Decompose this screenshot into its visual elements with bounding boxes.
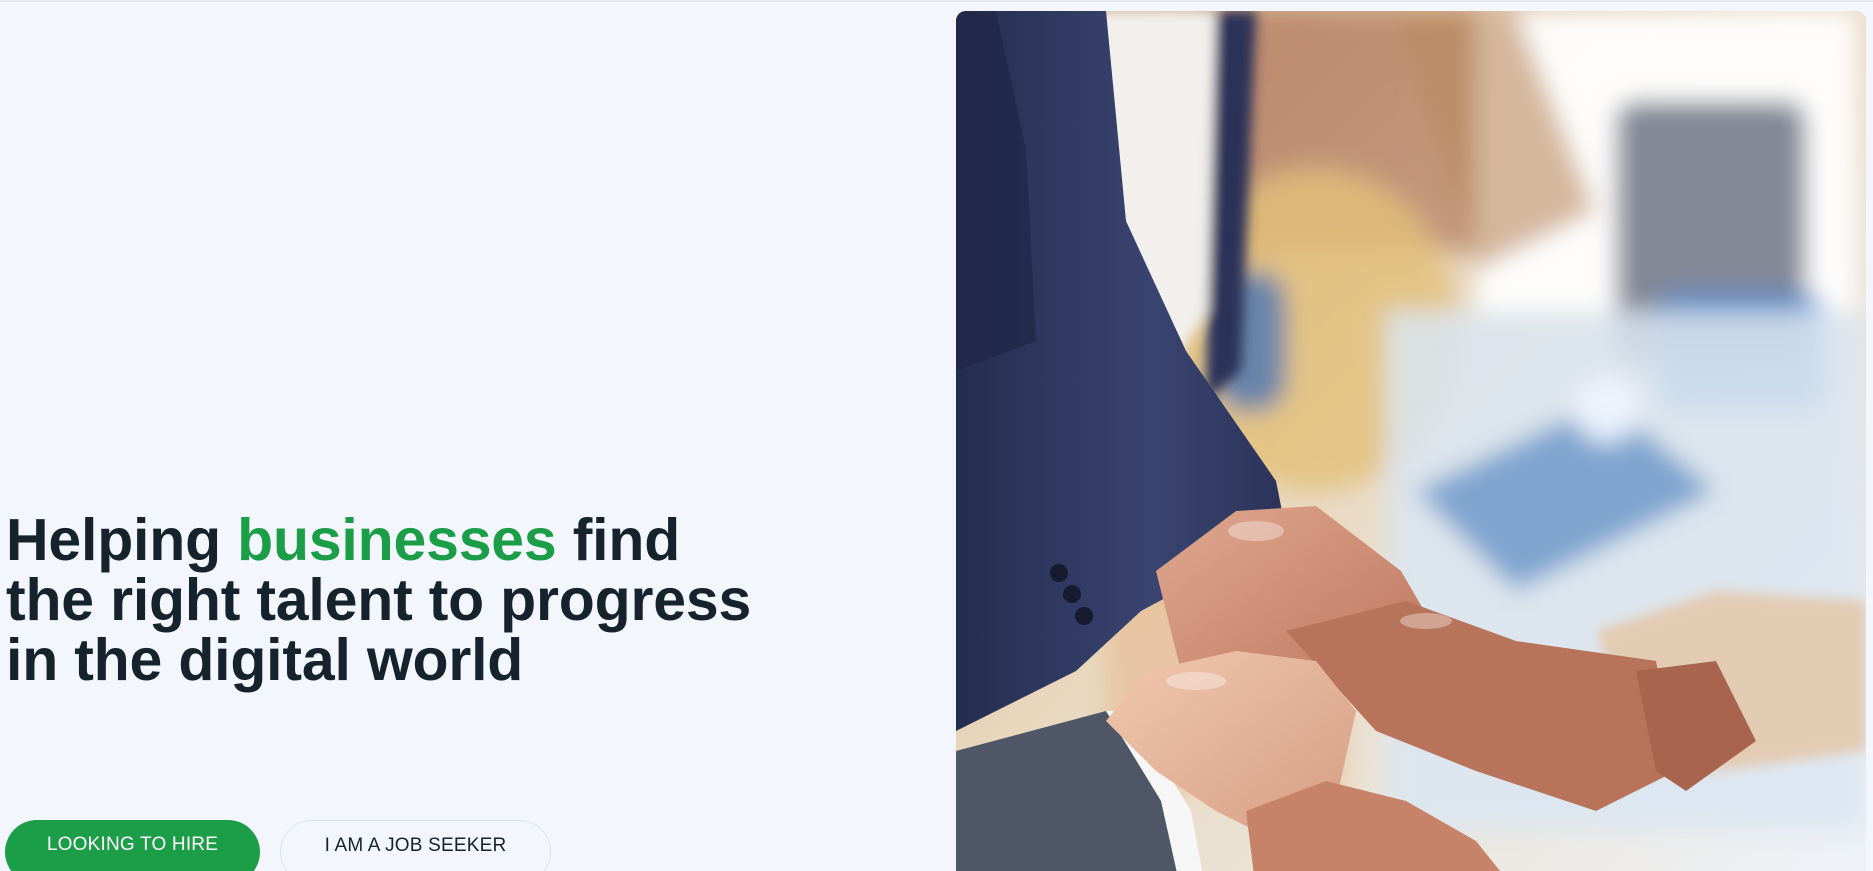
- headline-start: Helping: [6, 507, 221, 573]
- headline-highlight: businesses: [237, 507, 557, 573]
- looking-to-hire-button[interactable]: LOOKING TO HIRE: [5, 820, 260, 871]
- hero-image: [956, 11, 1866, 871]
- looking-to-hire-label: LOOKING TO HIRE: [46, 834, 219, 855]
- job-seeker-label: I AM A JOB SEEKER: [324, 835, 507, 856]
- hero-headline: Helping businesses find the right talent…: [6, 510, 766, 690]
- team-hands-photo-icon: [956, 11, 1866, 871]
- page: Helping businesses find the right talent…: [0, 0, 1873, 871]
- job-seeker-button[interactable]: I AM A JOB SEEKER: [280, 820, 551, 871]
